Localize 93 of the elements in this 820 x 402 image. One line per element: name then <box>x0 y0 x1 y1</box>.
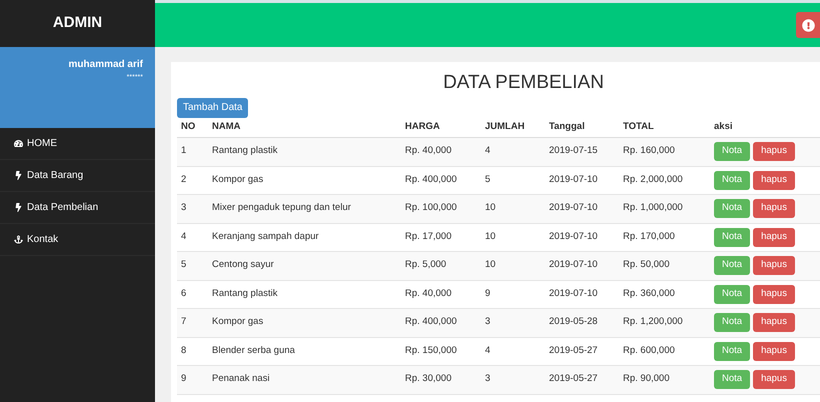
table-cell-text: Kompor gas <box>212 172 264 186</box>
delete-button[interactable]: hapus <box>753 342 795 360</box>
receipt-button[interactable]: Nota <box>714 228 750 246</box>
table-cell-text: 2019-05-27 <box>549 344 599 358</box>
table-cell-text: 6 <box>181 286 188 300</box>
table-cell-text: Rp. 400,000 <box>405 315 458 329</box>
table-cell-text: 4 <box>181 230 188 244</box>
delete-button[interactable]: hapus <box>753 199 795 218</box>
table-cell-text: Rantang plastik <box>212 286 278 300</box>
table-cell-text: Rantang plastik <box>212 144 278 158</box>
table-cell-text: 2019-07-10 <box>549 172 599 186</box>
table-cell-text: Rp. 5,000 <box>405 258 448 272</box>
sidebar-item[interactable]: HOME <box>0 128 155 160</box>
table-cell-text: 10 <box>485 258 497 272</box>
column-header: aksi <box>714 120 734 134</box>
table-cell-text: Rp. 50,000 <box>623 258 670 272</box>
table-cell-text: Centong sayur <box>212 258 275 272</box>
table-cell-text: 2019-05-27 <box>549 372 599 386</box>
delete-button[interactable]: hapus <box>753 228 795 246</box>
dashboard-icon <box>14 139 23 148</box>
table-cell-text: Rp. 360,000 <box>623 286 676 300</box>
table-cell-text: 2019-07-10 <box>549 230 599 244</box>
table-cell-text: 4 <box>485 344 492 358</box>
table-cell-text: 2019-07-10 <box>549 258 599 272</box>
table-cell-text: 3 <box>485 372 492 386</box>
table-cell-text: 10 <box>485 230 497 244</box>
brand-title: ADMIN <box>52 13 102 34</box>
add-data-button[interactable]: Tambah Data <box>177 98 248 118</box>
sidebar-item[interactable]: Kontak <box>0 224 155 256</box>
receipt-button[interactable]: Nota <box>714 256 750 275</box>
receipt-button[interactable]: Nota <box>714 199 750 218</box>
table-cell-text: 4 <box>485 144 492 158</box>
page-title: DATA PEMBELIAN <box>442 72 605 94</box>
table-cell-text: Rp. 90,000 <box>623 372 670 386</box>
table-cell-text: 9 <box>181 372 188 386</box>
receipt-button[interactable]: Nota <box>714 313 750 332</box>
table-cell-text: Blender serba guna <box>212 344 296 358</box>
table-cell-text: 7 <box>181 315 188 329</box>
user-name: muhammad arif <box>68 58 143 72</box>
table-cell-text: 5 <box>181 258 188 272</box>
table-cell-text: 2019-07-10 <box>549 286 599 300</box>
delete-button[interactable]: hapus <box>753 256 795 275</box>
delete-button[interactable]: hapus <box>753 370 795 389</box>
table-cell-text: Rp. 40,000 <box>405 286 452 300</box>
table-cell-text: 9 <box>485 286 492 300</box>
table-cell-text: 2 <box>181 172 188 186</box>
receipt-button[interactable]: Nota <box>714 370 750 389</box>
column-header: HARGA <box>405 120 441 134</box>
receipt-button[interactable]: Nota <box>714 284 750 304</box>
table-cell-text: 1 <box>181 144 188 158</box>
receipt-button[interactable]: Nota <box>714 170 750 190</box>
table-cell-text: Rp. 160,000 <box>623 144 676 158</box>
table-cell-text: Rp. 30,000 <box>405 372 452 386</box>
sidebar-item[interactable]: Data Barang <box>0 160 155 192</box>
table-cell-text: 8 <box>181 344 188 358</box>
delete-button[interactable]: hapus <box>753 142 795 161</box>
alert-button[interactable] <box>796 12 820 38</box>
delete-button[interactable]: hapus <box>753 284 795 304</box>
table-cell-text: Rp. 600,000 <box>623 344 676 358</box>
column-header: Tanggal <box>549 120 586 134</box>
sidebar-item[interactable]: Data Pembelian <box>0 192 155 224</box>
delete-button[interactable]: hapus <box>753 170 795 190</box>
table-cell-text: 2019-05-28 <box>549 315 599 329</box>
table-cell-text: Rp. 150,000 <box>405 344 458 358</box>
bolt-icon <box>14 171 23 180</box>
table-cell-text: Rp. 170,000 <box>623 230 676 244</box>
table-cell-text: 2019-07-10 <box>549 201 599 215</box>
table-cell-text: Kompor gas <box>212 315 264 329</box>
alert-icon <box>802 18 814 32</box>
table-cell-text: 10 <box>485 201 497 215</box>
table-cell-text: Rp. 40,000 <box>405 144 452 158</box>
table-cell-text: Rp. 400,000 <box>405 172 458 186</box>
table-cell-text: Rp. 100,000 <box>405 201 458 215</box>
table-cell-text: 3 <box>485 315 492 329</box>
table-cell-text: Mixer pengaduk tepung dan telur <box>212 201 352 215</box>
bolt-icon <box>14 203 23 212</box>
table-cell-text: Penanak nasi <box>212 372 271 386</box>
table-cell-text: 5 <box>485 172 492 186</box>
receipt-button[interactable]: Nota <box>714 142 750 161</box>
table-cell-text: 3 <box>181 201 188 215</box>
table-cell-text: Rp. 1,000,000 <box>623 201 684 215</box>
delete-button[interactable]: hapus <box>753 313 795 332</box>
column-header: JUMLAH <box>485 120 526 134</box>
table-cell-text: Rp. 1,200,000 <box>623 315 684 329</box>
table-cell-text: Keranjang sampah dapur <box>212 230 320 244</box>
column-header: TOTAL <box>623 120 655 134</box>
table-cell-text: Rp. 17,000 <box>405 230 452 244</box>
column-header: NAMA <box>212 120 242 134</box>
table-cell-text: 2019-07-15 <box>549 144 599 158</box>
receipt-button[interactable]: Nota <box>714 342 750 360</box>
anchor-icon <box>14 235 23 244</box>
table-cell-text: Rp. 2,000,000 <box>623 172 684 186</box>
column-header: NO <box>181 120 196 134</box>
